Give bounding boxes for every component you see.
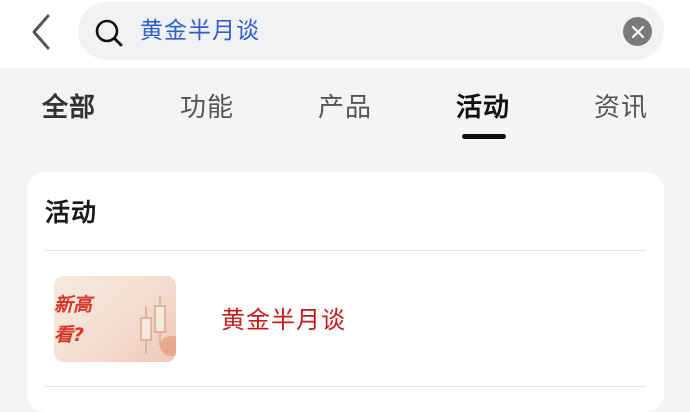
clear-search-button[interactable] bbox=[623, 17, 652, 46]
active-tab-indicator bbox=[462, 134, 506, 139]
tab-all[interactable]: 全部 bbox=[42, 90, 96, 126]
search-icon bbox=[95, 19, 123, 47]
chevron-left-icon bbox=[32, 14, 50, 50]
thumbnail-caption-line1: 新高 bbox=[54, 294, 93, 316]
tab-news[interactable]: 资讯 bbox=[594, 90, 648, 126]
tab-activities[interactable]: 活动 bbox=[456, 90, 510, 126]
activities-card: 活动 新高 看? 黄金半月谈 bbox=[27, 172, 664, 412]
search-input[interactable]: 黄金半月谈 bbox=[140, 16, 260, 46]
section-title: 活动 bbox=[45, 198, 98, 227]
tab-products[interactable]: 产品 bbox=[318, 90, 372, 126]
clear-icon bbox=[631, 25, 644, 38]
list-item[interactable]: 新高 看? 黄金半月谈 bbox=[27, 252, 664, 384]
thumbnail-caption-line2: 看? bbox=[54, 324, 85, 346]
top-bar: 黄金半月谈 bbox=[0, 0, 690, 68]
divider bbox=[45, 386, 646, 387]
activity-title[interactable]: 黄金半月谈 bbox=[221, 304, 346, 336]
category-tabs: 全部 功能 产品 活动 资讯 bbox=[0, 68, 690, 148]
candlestick-chart-icon bbox=[140, 296, 176, 356]
divider bbox=[45, 250, 646, 251]
tab-functions[interactable]: 功能 bbox=[180, 90, 234, 126]
search-box[interactable]: 黄金半月谈 bbox=[78, 2, 664, 60]
back-button[interactable] bbox=[24, 13, 58, 51]
activity-thumbnail: 新高 看? bbox=[54, 276, 176, 362]
